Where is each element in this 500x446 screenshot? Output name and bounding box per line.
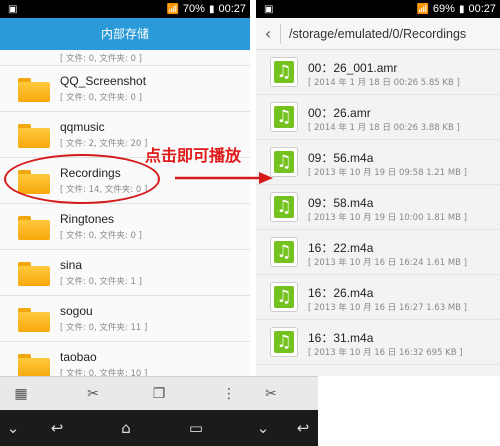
- music-file-icon: ♫: [270, 102, 298, 132]
- folder-info: [ 文件: 2, 文件夹: 20 ]: [60, 139, 148, 149]
- folder-info: [ 文件: 0, 文件夹: 0 ]: [60, 231, 142, 241]
- music-file-icon: ♫: [270, 282, 298, 312]
- folder-name: Ringtones: [60, 212, 115, 226]
- highlight-ellipse: [4, 154, 160, 204]
- folder-name: QQ_Screenshot: [60, 74, 147, 88]
- folder-info: [ 文件: 0, 文件夹: 1 ]: [60, 277, 142, 287]
- music-file-icon: ♫: [270, 237, 298, 267]
- file-row[interactable]: ♫ 09：58.m4a [ 2013 年 10 月 19 日 10:00 1.8…: [256, 185, 500, 230]
- list-item[interactable]: [ 文件: 0, 文件夹: 0 ]: [0, 50, 250, 66]
- music-file-icon: ♫: [270, 327, 298, 357]
- file-info: [ 2013 年 10 月 16 日 16:24 1.61 MB ]: [308, 258, 468, 268]
- file-info: [ 2013 年 10 月 19 日 10:00 1.81 MB ]: [308, 213, 468, 223]
- file-list: ♫ 00：26_001.amr [ 2014 年 1 月 18 日 00:26 …: [256, 50, 500, 365]
- music-file-icon: ♫: [270, 147, 298, 177]
- signal-icon: 📶: [166, 3, 179, 15]
- folder-icon: [18, 354, 50, 378]
- folder-info: [ 文件: 0, 文件夹: 0 ]: [60, 93, 142, 103]
- copy-icon[interactable]: ❐: [150, 385, 168, 403]
- folder-icon: [18, 78, 50, 102]
- folder-icon: [18, 308, 50, 332]
- file-info: [ 2013 年 10 月 16 日 16:27 1.63 MB ]: [308, 303, 468, 313]
- file-info: [ 2013 年 10 月 19 日 09:58 1.21 MB ]: [308, 168, 468, 178]
- back-icon[interactable]: ↩: [290, 418, 316, 438]
- folder-icon: [18, 262, 50, 286]
- file-name: 00：26_001.amr: [308, 61, 398, 75]
- separator: [280, 23, 281, 44]
- file-row[interactable]: ♫ 00：26_001.amr [ 2014 年 1 月 18 日 00:26 …: [256, 50, 500, 95]
- current-path: /storage/emulated/0/Recordings: [289, 26, 467, 41]
- back-chevron-icon[interactable]: ‹: [256, 18, 280, 50]
- back-icon[interactable]: ↩: [44, 418, 70, 438]
- home-icon[interactable]: ⌂: [112, 418, 140, 438]
- chevron-down-icon[interactable]: ⌄: [256, 418, 270, 438]
- clock: 00:27: [468, 3, 496, 15]
- folder-row[interactable]: sogou [ 文件: 0, 文件夹: 11 ]: [0, 296, 250, 342]
- image-icon: ▣: [264, 3, 274, 15]
- grid-view-icon[interactable]: ▦: [12, 385, 30, 403]
- file-name: 16：22.m4a: [308, 241, 374, 255]
- file-name: 09：56.m4a: [308, 151, 374, 165]
- navigation-bar: ⌄ ↩ ⌂ ▭ ⌄ ↩: [0, 410, 318, 446]
- folder-name: sina: [60, 258, 83, 272]
- annotation-text: 点击即可播放: [145, 146, 242, 165]
- file-row[interactable]: ♫ 00：26.amr [ 2014 年 1 月 18 日 00:26 3.88…: [256, 95, 500, 140]
- folder-row[interactable]: Ringtones [ 文件: 0, 文件夹: 0 ]: [0, 204, 250, 250]
- blank-area: [318, 376, 500, 446]
- music-file-icon: ♫: [270, 57, 298, 87]
- folder-row[interactable]: QQ_Screenshot [ 文件: 0, 文件夹: 0 ]: [0, 66, 250, 112]
- folder-list: [ 文件: 0, 文件夹: 0 ] QQ_Screenshot [ 文件: 0,…: [0, 50, 250, 388]
- recent-apps-icon[interactable]: ▭: [182, 418, 210, 438]
- file-row[interactable]: ♫ 09：56.m4a [ 2013 年 10 月 19 日 09:58 1.2…: [256, 140, 500, 185]
- folder-name: taobao: [60, 350, 97, 364]
- folder-info: [ 文件: 0, 文件夹: 11 ]: [60, 323, 148, 333]
- folder-icon: [18, 216, 50, 240]
- music-file-icon: ♫: [270, 192, 298, 222]
- folder-name: sogou: [60, 304, 93, 318]
- file-row[interactable]: ♫ 16：26.m4a [ 2013 年 10 月 16 日 16:27 1.6…: [256, 275, 500, 320]
- file-name: 16：26.m4a: [308, 286, 374, 300]
- file-name: 16：31.m4a: [308, 331, 374, 345]
- signal-icon: 📶: [416, 3, 429, 15]
- path-bar: ‹ /storage/emulated/0/Recordings: [256, 18, 500, 50]
- cut-icon[interactable]: ✂: [262, 385, 280, 403]
- folder-row[interactable]: sina [ 文件: 0, 文件夹: 1 ]: [0, 250, 250, 296]
- file-info: [ 2014 年 1 月 18 日 00:26 5.85 KB ]: [308, 78, 460, 88]
- file-row[interactable]: ♫ 16：22.m4a [ 2013 年 10 月 16 日 16:24 1.6…: [256, 230, 500, 275]
- page-title: 内部存储: [0, 18, 250, 50]
- chevron-down-icon[interactable]: ⌄: [6, 418, 20, 438]
- file-info: [ 2014 年 1 月 18 日 00:26 3.88 KB ]: [308, 123, 460, 133]
- status-bar: ▣ 📶 69% ▮ 00:27: [256, 0, 500, 18]
- battery-icon: ▮: [208, 3, 215, 15]
- file-info: [ 2013 年 10 月 16 日 16:32 695 KB ]: [308, 348, 463, 358]
- file-name: 09：58.m4a: [308, 196, 374, 210]
- folder-name: qqmusic: [60, 120, 105, 134]
- clock: 00:27: [218, 3, 246, 15]
- more-icon[interactable]: ⋮: [220, 385, 238, 403]
- file-row[interactable]: ♫ 16：31.m4a [ 2013 年 10 月 16 日 16:32 695…: [256, 320, 500, 365]
- folder-icon: [18, 124, 50, 148]
- file-name: 00：26.amr: [308, 106, 371, 120]
- battery-level: 69%: [432, 3, 455, 15]
- list-item-sub: [ 文件: 0, 文件夹: 0 ]: [60, 54, 142, 64]
- cut-icon[interactable]: ✂: [84, 385, 102, 403]
- battery-level: 70%: [182, 3, 205, 15]
- status-bar: ▣ 📶 70% ▮ 00:27: [0, 0, 250, 18]
- image-icon: ▣: [8, 3, 18, 15]
- battery-icon: ▮: [458, 3, 465, 15]
- action-toolbar: ▦ ✂ ❐ ⋮ ✂: [0, 376, 318, 410]
- arrow-icon: [175, 172, 273, 184]
